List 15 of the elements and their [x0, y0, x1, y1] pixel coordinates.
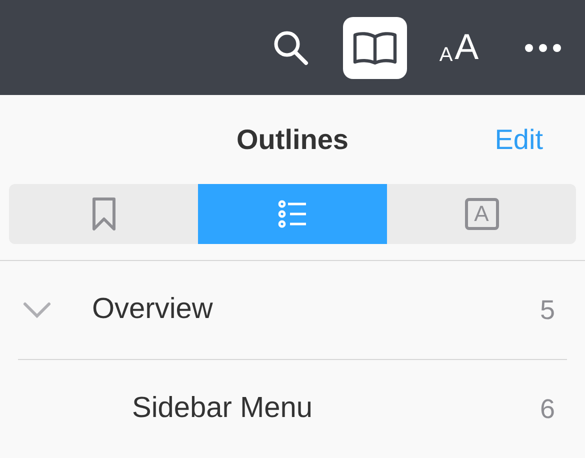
outline-row[interactable]: Overview 5 — [0, 261, 585, 359]
list-icon — [278, 200, 308, 228]
annotation-icon: A — [464, 198, 498, 230]
outline-title: Sidebar Menu — [132, 391, 314, 426]
outline-row[interactable]: Sidebar Menu 6 — [0, 360, 585, 458]
book-button[interactable] — [343, 16, 407, 78]
outline-title: Overview — [92, 292, 214, 328]
search-icon — [272, 28, 310, 66]
panel-title: Outlines — [236, 123, 348, 157]
book-icon — [352, 30, 398, 64]
page-count: 5 — [540, 294, 555, 327]
bookmark-icon — [90, 197, 116, 231]
more-icon — [524, 44, 562, 52]
text-size-button[interactable]: AA — [427, 16, 491, 78]
page-count: 6 — [540, 392, 555, 426]
